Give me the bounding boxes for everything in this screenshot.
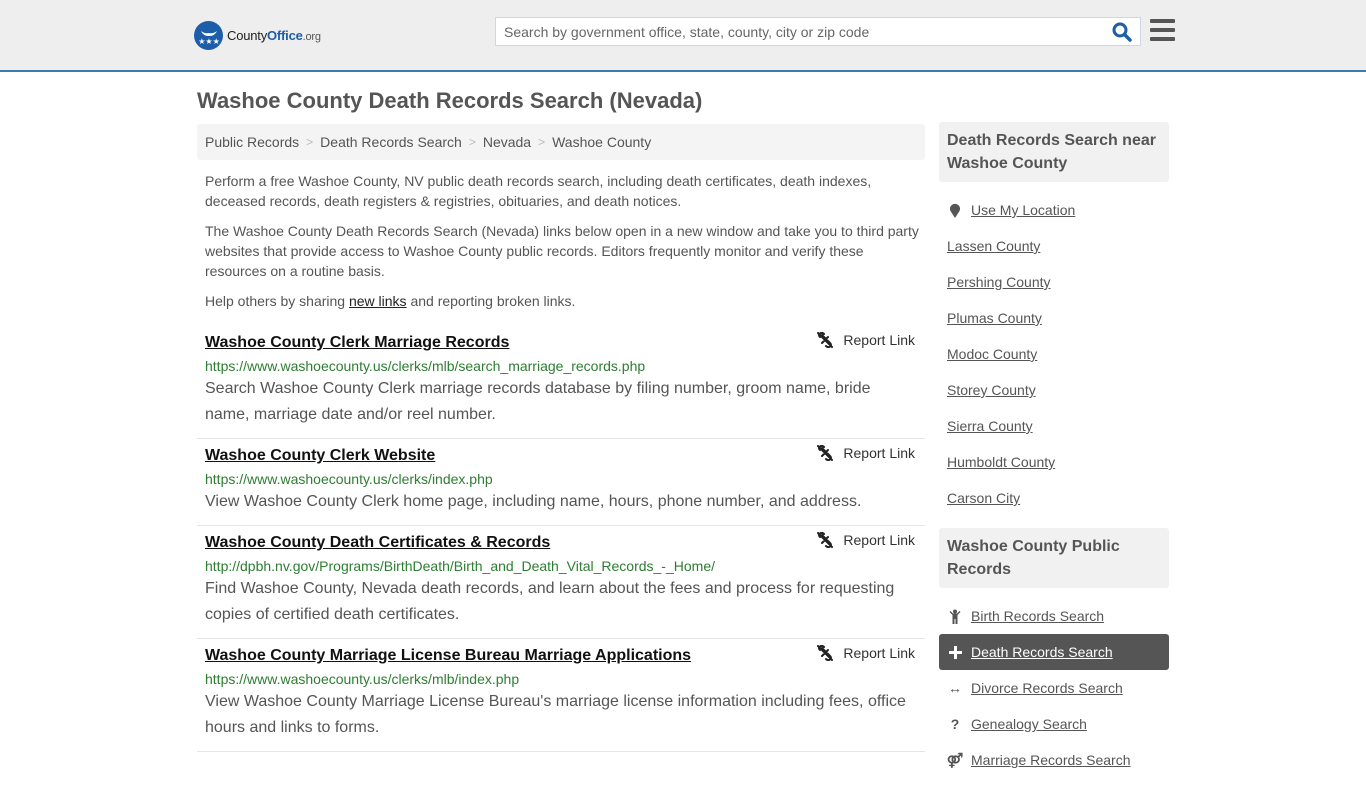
result-url: https://www.washoecounty.us/clerks/index… [205,471,493,487]
result-item: Washoe County Death Certificates & Recor… [197,526,925,639]
marriage-symbol-icon: ⚤ [946,751,964,768]
site-header: ★★★ CountyOffice.org [0,0,1366,72]
intro-paragraph-3: Help others by sharing new links and rep… [205,293,576,309]
breadcrumb-separator: > [306,135,314,149]
sidebar-item-marriage-records[interactable]: ⚤ Marriage Records Search [939,742,1169,778]
sidebar-item-death-records[interactable]: Death Records Search [939,634,1169,670]
breadcrumb-separator: > [468,135,476,149]
result-title-link[interactable]: Washoe County Clerk Marriage Records [205,332,509,354]
broken-link-icon [817,445,834,461]
broken-link-icon [817,645,834,661]
result-url: https://www.washoecounty.us/clerks/mlb/i… [205,671,520,687]
sidebar-item-genealogy[interactable]: ? Genealogy Search [939,706,1169,742]
results-list: Washoe County Clerk Marriage Records Rep… [197,326,925,752]
nearby-item-carson-city[interactable]: Carson City [939,480,1169,516]
eagle-stars-logo-icon: ★★★ [194,21,223,50]
map-marker-icon [947,203,963,218]
intro-paragraph-1: Perform a free Washoe County, NV public … [205,173,872,209]
site-logo[interactable]: ★★★ CountyOffice.org [194,21,321,50]
public-records-list: Birth Records Search Death Records Searc… [939,588,1169,790]
question-icon: ? [950,716,960,732]
page-title: Washoe County Death Records Search (Neva… [197,88,703,113]
sidebar-item-divorce-records[interactable]: ↔ Divorce Records Search [939,670,1169,706]
sidebar-item-birth-records[interactable]: Birth Records Search [939,598,1169,634]
report-link-button[interactable]: Report Link [817,445,915,461]
nearby-item-lassen-county[interactable]: Lassen County [939,228,1169,264]
nearby-item-plumas-county[interactable]: Plumas County [939,300,1169,336]
arrows-horizontal-icon: ↔ [948,680,962,696]
nearby-item-pershing-county[interactable]: Pershing County [939,264,1169,300]
nearby-list: Use My Location Lassen County Pershing C… [939,182,1169,528]
site-search [495,17,1141,46]
nearby-item-storey-county[interactable]: Storey County [939,372,1169,408]
search-icon [1112,22,1132,42]
report-link-button[interactable]: Report Link [817,332,915,348]
plus-icon [947,645,963,659]
hamburger-menu-icon[interactable] [1150,19,1175,43]
search-input[interactable] [496,18,1106,45]
intro-paragraph-2: The Washoe County Death Records Search (… [205,223,919,279]
nearby-item-sierra-county[interactable]: Sierra County [939,408,1169,444]
result-item: Washoe County Marriage License Bureau Ma… [197,639,925,752]
result-description: Search Washoe County Clerk marriage reco… [205,380,871,423]
nearby-item-humboldt-county[interactable]: Humboldt County [939,444,1169,480]
report-link-button[interactable]: Report Link [817,532,915,548]
svg-text:★★★: ★★★ [198,37,220,46]
result-title-link[interactable]: Washoe County Death Certificates & Recor… [205,532,550,554]
breadcrumb-public-records[interactable]: Public Records [205,134,299,150]
broken-link-icon [817,532,834,548]
result-description: Find Washoe County, Nevada death records… [205,580,895,623]
new-links-link[interactable]: new links [349,293,407,309]
result-item: Washoe County Clerk Marriage Records Rep… [197,326,925,439]
result-url: http://dpbh.nv.gov/Programs/BirthDeath/B… [205,558,715,574]
breadcrumb-current: Washoe County [552,134,652,150]
intro-text: Perform a free Washoe County, NV public … [205,171,920,321]
result-item: Washoe County Clerk Website Report Link … [197,439,925,526]
breadcrumb-separator: > [538,135,546,149]
report-link-button[interactable]: Report Link [817,645,915,661]
public-records-heading: Washoe County Public Records [939,528,1169,588]
search-button[interactable] [1112,22,1134,42]
nearby-heading: Death Records Search near Washoe County [939,122,1169,182]
sidebar: Death Records Search near Washoe County … [939,122,1169,790]
breadcrumb-death-records-search[interactable]: Death Records Search [320,134,462,150]
result-title-link[interactable]: Washoe County Marriage License Bureau Ma… [205,645,691,667]
breadcrumb-nevada[interactable]: Nevada [483,134,531,150]
child-icon [947,609,963,624]
broken-link-icon [817,332,834,348]
result-description: View Washoe County Clerk home page, incl… [205,493,862,510]
result-url: https://www.washoecounty.us/clerks/mlb/s… [205,358,646,374]
result-title-link[interactable]: Washoe County Clerk Website [205,445,435,467]
use-my-location-link[interactable]: Use My Location [971,202,1075,218]
result-description: View Washoe County Marriage License Bure… [205,693,906,736]
breadcrumb: Public Records > Death Records Search > … [197,124,925,160]
nearby-item-modoc-county[interactable]: Modoc County [939,336,1169,372]
use-my-location-item[interactable]: Use My Location [939,192,1169,228]
logo-text: CountyOffice.org [227,28,321,43]
